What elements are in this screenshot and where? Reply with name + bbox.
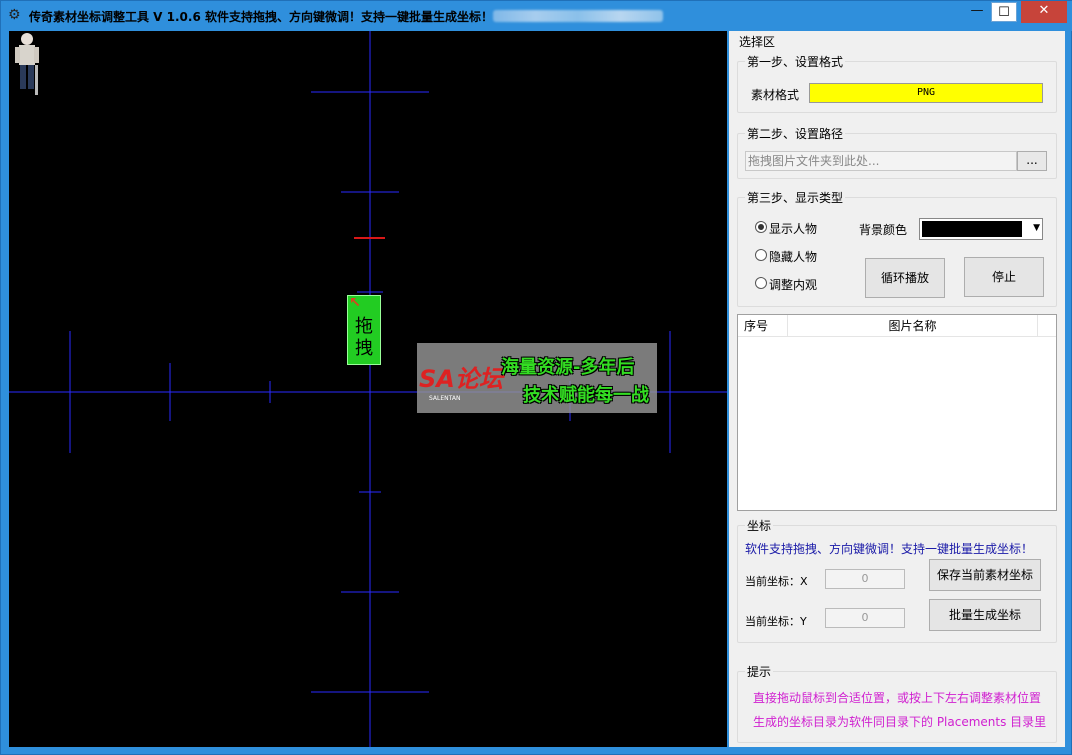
watermark-line1: 海量资源-多年后 <box>501 357 635 378</box>
control-panel: 选择区 第一步、设置格式 素材格式 PNG 第二步、设置路径 拖拽图片文件夹到此… <box>729 31 1065 747</box>
bg-color-label: 背景颜色 <box>859 223 908 237</box>
title-bar[interactable]: ⚙ 传奇素材坐标调整工具 V 1.0.6 软件支持拖拽、方向键微调！支持一键批量… <box>1 1 1072 31</box>
minimize-button[interactable]: — <box>963 1 991 23</box>
maximize-button[interactable]: ☐ <box>991 2 1017 22</box>
stop-button[interactable]: 停止 <box>964 257 1044 297</box>
coord-y-label: 当前坐标：Y <box>745 615 807 628</box>
format-label: 素材格式 <box>751 88 800 102</box>
watermark-line2: 技术赋能每一战 <box>523 385 649 406</box>
hint-line1: 直接拖动鼠标到合适位置，或按上下左右调整素材位置 <box>753 691 1042 705</box>
radio-adjust-appearance[interactable] <box>755 277 767 289</box>
hints-group <box>737 671 1057 743</box>
blurred-title-segment <box>493 10 663 22</box>
app-window: ⚙ 传奇素材坐标调整工具 V 1.0.6 软件支持拖拽、方向键微调！支持一键批量… <box>0 0 1072 755</box>
watermark: SA论坛 SALENTAN 海量资源-多年后 技术赋能每一战 <box>417 343 657 413</box>
preview-canvas[interactable]: 拖 拽 ↖ SA论坛 SALENTAN 海量资源-多年后 技术赋能每一战 <box>9 31 727 747</box>
watermark-logo-sub: SALENTAN <box>429 395 461 402</box>
drag-label-bottom: 拽 <box>355 338 373 359</box>
step1-title: 第一步、设置格式 <box>745 53 846 70</box>
path-input[interactable]: 拖拽图片文件夹到此处... <box>745 151 1017 171</box>
format-field[interactable]: PNG <box>809 83 1043 103</box>
radio-show-character[interactable] <box>755 221 767 233</box>
batch-generate-button[interactable]: 批量生成坐标 <box>929 599 1041 631</box>
gear-icon: ⚙ <box>8 7 21 23</box>
radio-show-character-label[interactable]: 显示人物 <box>769 220 817 237</box>
close-button[interactable]: ✕ <box>1021 1 1067 23</box>
loop-play-button[interactable]: 循环播放 <box>865 258 945 298</box>
radio-adjust-appearance-label[interactable]: 调整内观 <box>769 276 817 293</box>
watermark-logo: SA论坛 <box>419 365 503 393</box>
coords-title: 坐标 <box>745 517 774 534</box>
coord-y-input[interactable]: 0 <box>825 608 905 628</box>
hints-title: 提示 <box>745 663 774 680</box>
bg-color-swatch <box>922 221 1022 237</box>
save-coord-button[interactable]: 保存当前素材坐标 <box>929 559 1041 591</box>
browse-button[interactable]: ... <box>1017 151 1047 171</box>
hint-line2: 生成的坐标目录为软件同目录下的 Placements 目录里 <box>753 715 1047 729</box>
col-header-seq[interactable]: 序号 <box>738 315 788 337</box>
col-header-name[interactable]: 图片名称 <box>788 315 1038 337</box>
panel-title: 选择区 <box>739 35 776 49</box>
coord-x-input[interactable]: 0 <box>825 569 905 589</box>
step3-title: 第三步、显示类型 <box>745 189 846 206</box>
coord-x-label: 当前坐标：X <box>745 575 808 588</box>
character-sprite[interactable] <box>9 31 45 103</box>
radio-hide-character-label[interactable]: 隐藏人物 <box>769 248 817 265</box>
bg-color-select[interactable]: ▼ <box>919 218 1043 240</box>
window-title: 传奇素材坐标调整工具 V 1.0.6 软件支持拖拽、方向键微调！支持一键批量生成… <box>29 10 493 24</box>
chevron-down-icon[interactable]: ▼ <box>1033 223 1040 233</box>
step2-title: 第二步、设置路径 <box>745 125 846 142</box>
drag-label-top: 拖 <box>355 316 373 337</box>
coords-note: 软件支持拖拽、方向键微调！支持一键批量生成坐标！ <box>745 542 1034 556</box>
arrow-icon: ↖ <box>349 295 361 311</box>
image-list[interactable]: 序号 图片名称 <box>737 314 1057 511</box>
list-header: 序号 图片名称 <box>738 315 1056 337</box>
radio-hide-character[interactable] <box>755 249 767 261</box>
